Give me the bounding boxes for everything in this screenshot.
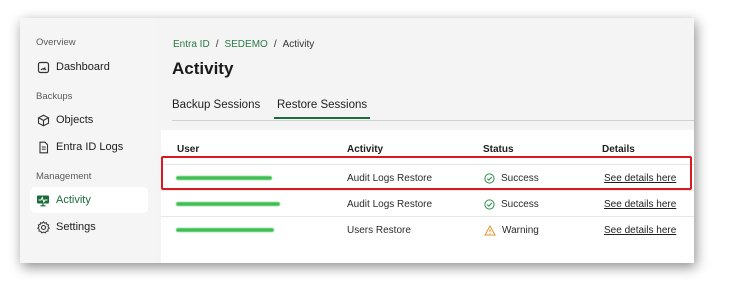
status-label: Success <box>501 199 539 210</box>
sidebar-item-dashboard[interactable]: Dashboard <box>30 54 148 80</box>
sidebar-item-activity[interactable]: Activity <box>30 187 148 213</box>
tab-restore-sessions[interactable]: Restore Sessions <box>274 99 371 119</box>
column-header-activity[interactable]: Activity <box>347 144 383 155</box>
column-header-status[interactable]: Status <box>483 144 514 155</box>
activity-cell: Audit Logs Restore <box>347 199 433 210</box>
document-log-icon <box>30 141 56 154</box>
sidebar: Overview Dashboard Backups Objects Entra… <box>20 18 156 263</box>
warning-triangle-icon <box>484 225 496 236</box>
sidebar-item-label: Activity <box>56 194 91 206</box>
breadcrumb: Entra ID / SEDEMO / Activity <box>173 39 315 50</box>
sidebar-item-objects[interactable]: Objects <box>30 107 148 133</box>
activity-monitor-icon <box>30 194 56 207</box>
breadcrumb-entra-id[interactable]: Entra ID <box>173 39 210 50</box>
column-header-details[interactable]: Details <box>602 144 635 155</box>
status-label: Warning <box>502 225 539 236</box>
session-tabs: Backup Sessions Restore Sessions <box>172 96 694 121</box>
activity-cell: Users Restore <box>347 225 411 236</box>
column-header-user[interactable]: User <box>177 144 199 155</box>
sidebar-section-backups: Backups <box>36 91 73 102</box>
sidebar-item-entra-id-logs[interactable]: Entra ID Logs <box>30 134 148 160</box>
status-cell: Success <box>484 199 539 210</box>
sidebar-item-label: Objects <box>56 114 94 126</box>
success-check-icon <box>484 199 495 210</box>
see-details-link[interactable]: See details here <box>604 225 676 236</box>
tab-backup-sessions[interactable]: Backup Sessions <box>172 99 260 117</box>
breadcrumb-current: Activity <box>282 39 315 50</box>
sidebar-item-label: Settings <box>56 221 96 233</box>
highlight-box <box>161 156 692 190</box>
main-content: Entra ID / SEDEMO / Activity Activity Backup… <box>156 18 694 263</box>
redacted-user-email <box>176 202 280 206</box>
sidebar-section-overview: Overview <box>36 37 76 48</box>
sidebar-item-settings[interactable]: Settings <box>30 214 148 240</box>
sidebar-item-label: Dashboard <box>56 61 110 73</box>
table-row[interactable]: Audit Logs Restore Success See details h… <box>161 190 694 217</box>
dashboard-gauge-icon <box>30 61 56 74</box>
restore-sessions-table: User Activity Status Details Audit Logs … <box>161 130 694 263</box>
table-row[interactable]: Users Restore Warning See details here <box>161 216 694 243</box>
app-window: Overview Dashboard Backups Objects Entra… <box>20 18 694 263</box>
breadcrumb-sedemo[interactable]: SEDEMO <box>224 39 267 50</box>
sidebar-item-label: Entra ID Logs <box>56 141 124 153</box>
see-details-link[interactable]: See details here <box>604 199 676 210</box>
page-title: Activity <box>172 59 234 78</box>
redacted-user-email <box>176 228 274 232</box>
cube-icon <box>30 114 56 127</box>
gear-icon <box>30 220 56 234</box>
status-cell: Warning <box>484 225 539 236</box>
sidebar-section-management: Management <box>36 171 92 182</box>
